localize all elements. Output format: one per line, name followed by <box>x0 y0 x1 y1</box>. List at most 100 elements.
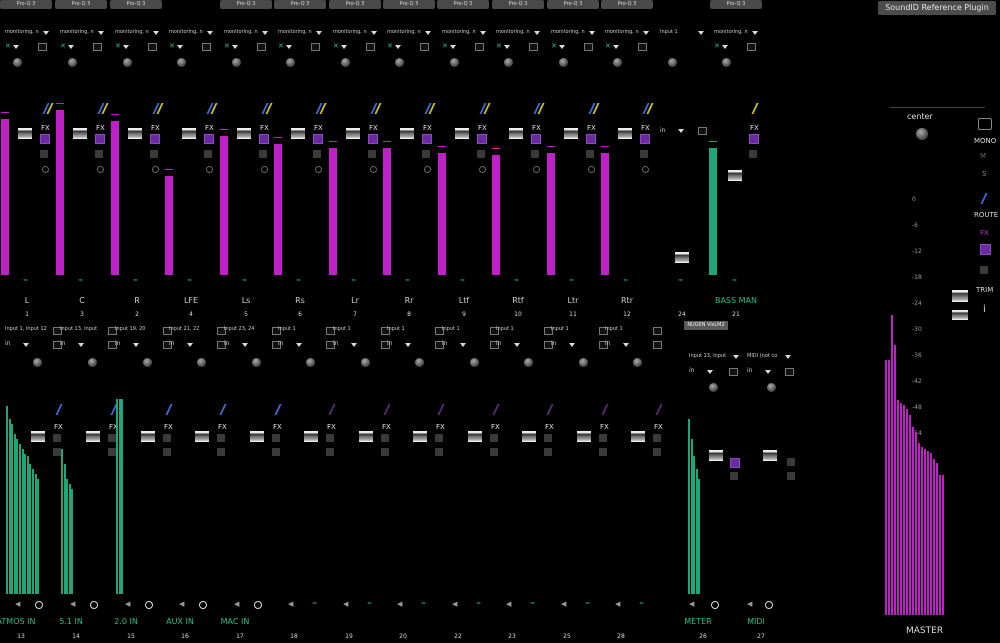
monitor-ring[interactable] <box>35 601 43 609</box>
input-selector[interactable]: monitoring, n <box>333 29 369 35</box>
master-trim-box[interactable] <box>980 266 988 274</box>
send-box[interactable] <box>531 150 539 158</box>
input-selector[interactable]: monitoring, n <box>5 29 41 35</box>
send-box[interactable] <box>490 434 498 442</box>
master-info-icon[interactable]: i <box>983 304 986 315</box>
monitor-icon[interactable]: ≈ <box>367 600 372 607</box>
channel-fader[interactable] <box>455 128 469 139</box>
channel-fader[interactable] <box>128 128 142 139</box>
monitor-ring[interactable] <box>254 601 262 609</box>
chevron-down-icon[interactable] <box>296 343 302 347</box>
pan-knob[interactable] <box>286 58 295 67</box>
chevron-down-icon[interactable] <box>395 45 401 49</box>
input-selector[interactable]: monitoring, n <box>387 29 423 35</box>
input-selector[interactable]: monitoring, n <box>714 29 750 35</box>
fx-slot[interactable] <box>422 134 432 144</box>
record-toggle[interactable] <box>475 43 484 51</box>
pan-knob[interactable] <box>415 358 424 367</box>
plugin-slot[interactable]: Pro-Q 3 <box>274 0 326 9</box>
chevron-down-icon[interactable] <box>153 31 159 35</box>
fx-slot[interactable] <box>368 134 378 144</box>
plugin-slot[interactable]: Pro-Q 3 <box>710 0 762 9</box>
chevron-down-icon[interactable] <box>207 31 213 35</box>
chevron-down-icon[interactable] <box>425 31 431 35</box>
chevron-down-icon[interactable] <box>23 343 29 347</box>
input-selector[interactable]: Input 1 <box>605 326 651 332</box>
fx-slot[interactable] <box>730 458 740 468</box>
chevron-down-icon[interactable] <box>534 31 540 35</box>
record-toggle[interactable] <box>366 43 375 51</box>
chevron-down-icon[interactable] <box>514 343 520 347</box>
pan-knob[interactable] <box>68 58 77 67</box>
pan-knob[interactable] <box>709 383 718 392</box>
master-fx-slot[interactable] <box>980 244 991 255</box>
eq-icon[interactable] <box>546 404 554 415</box>
send-box-2[interactable] <box>599 448 607 456</box>
speaker-icon[interactable]: ◀ <box>561 600 569 608</box>
monitor-ring[interactable] <box>711 601 719 609</box>
monitor-icon[interactable]: ≈ <box>530 600 535 607</box>
monitor-ring[interactable] <box>97 166 104 173</box>
channel-fader[interactable] <box>346 128 360 139</box>
send-box-2[interactable] <box>381 448 389 456</box>
pan-knob[interactable] <box>33 358 42 367</box>
monitor-ring[interactable] <box>533 166 540 173</box>
fx-slot[interactable] <box>150 134 160 144</box>
plugin-slot[interactable]: Pro-Q 3 <box>0 0 52 9</box>
fx-slot[interactable] <box>40 134 50 144</box>
pan-knob[interactable] <box>13 58 22 67</box>
pan-knob[interactable] <box>613 58 622 67</box>
chevron-down-icon[interactable] <box>242 343 248 347</box>
close-icon[interactable]: ✕ <box>115 42 121 50</box>
speaker-icon[interactable]: ◀ <box>343 600 351 608</box>
monitor-icon[interactable]: ≈ <box>639 600 644 607</box>
fx-slot[interactable] <box>204 134 214 144</box>
chevron-down-icon[interactable] <box>262 31 268 35</box>
master-pan-knob[interactable] <box>916 128 928 140</box>
send-box[interactable] <box>326 434 334 442</box>
chevron-down-icon[interactable] <box>351 343 357 347</box>
chevron-down-icon[interactable] <box>765 370 771 374</box>
close-icon[interactable]: ✕ <box>60 42 66 50</box>
pan-knob[interactable] <box>504 58 513 67</box>
channel-fader[interactable] <box>577 431 591 442</box>
master-fader[interactable] <box>952 290 968 302</box>
input-selector[interactable]: monitoring, n <box>605 29 641 35</box>
pan-knob[interactable] <box>197 358 206 367</box>
channel-fader[interactable] <box>291 128 305 139</box>
pan-knob[interactable] <box>306 358 315 367</box>
channel-fader[interactable] <box>86 431 100 442</box>
input-selector[interactable]: monitoring, n <box>60 29 96 35</box>
monitor-icon[interactable]: ≈ <box>678 277 683 284</box>
pan-knob[interactable] <box>633 358 642 367</box>
monitor-ring[interactable] <box>199 601 207 609</box>
monitor-icon[interactable]: ≈ <box>296 277 301 284</box>
eq-icon[interactable] <box>274 404 282 415</box>
input-selector[interactable]: monitoring, n <box>278 29 314 35</box>
monitor-ring[interactable] <box>424 166 431 173</box>
input-selector[interactable]: Input 1 <box>278 326 324 332</box>
chevron-down-icon[interactable] <box>678 129 684 133</box>
send-box[interactable] <box>653 434 661 442</box>
input-selector[interactable]: Input 1 <box>496 326 542 332</box>
monitor-ring[interactable] <box>370 166 377 173</box>
input-selector[interactable]: monitoring, n <box>224 29 260 35</box>
channel-fader[interactable] <box>413 431 427 442</box>
input-selector[interactable]: Input 19, 20 <box>115 326 161 332</box>
chevron-down-icon[interactable] <box>559 45 565 49</box>
channel-fader[interactable] <box>73 128 87 139</box>
channel-fader[interactable] <box>631 431 645 442</box>
pan-knob[interactable] <box>559 58 568 67</box>
monitor-icon[interactable]: ≈ <box>732 277 737 284</box>
input-selector[interactable]: monitoring, n <box>442 29 478 35</box>
close-icon[interactable]: ✕ <box>387 42 393 50</box>
plugin-slot[interactable]: Pro-Q 3 <box>601 0 653 9</box>
chevron-down-icon[interactable] <box>623 343 629 347</box>
chevron-down-icon[interactable] <box>722 45 728 49</box>
monitor-ring[interactable] <box>479 166 486 173</box>
channel-fader[interactable] <box>304 431 318 442</box>
send-box[interactable] <box>150 150 158 158</box>
chevron-down-icon[interactable] <box>13 45 19 49</box>
pan-knob[interactable] <box>341 58 350 67</box>
send-box[interactable] <box>217 434 225 442</box>
